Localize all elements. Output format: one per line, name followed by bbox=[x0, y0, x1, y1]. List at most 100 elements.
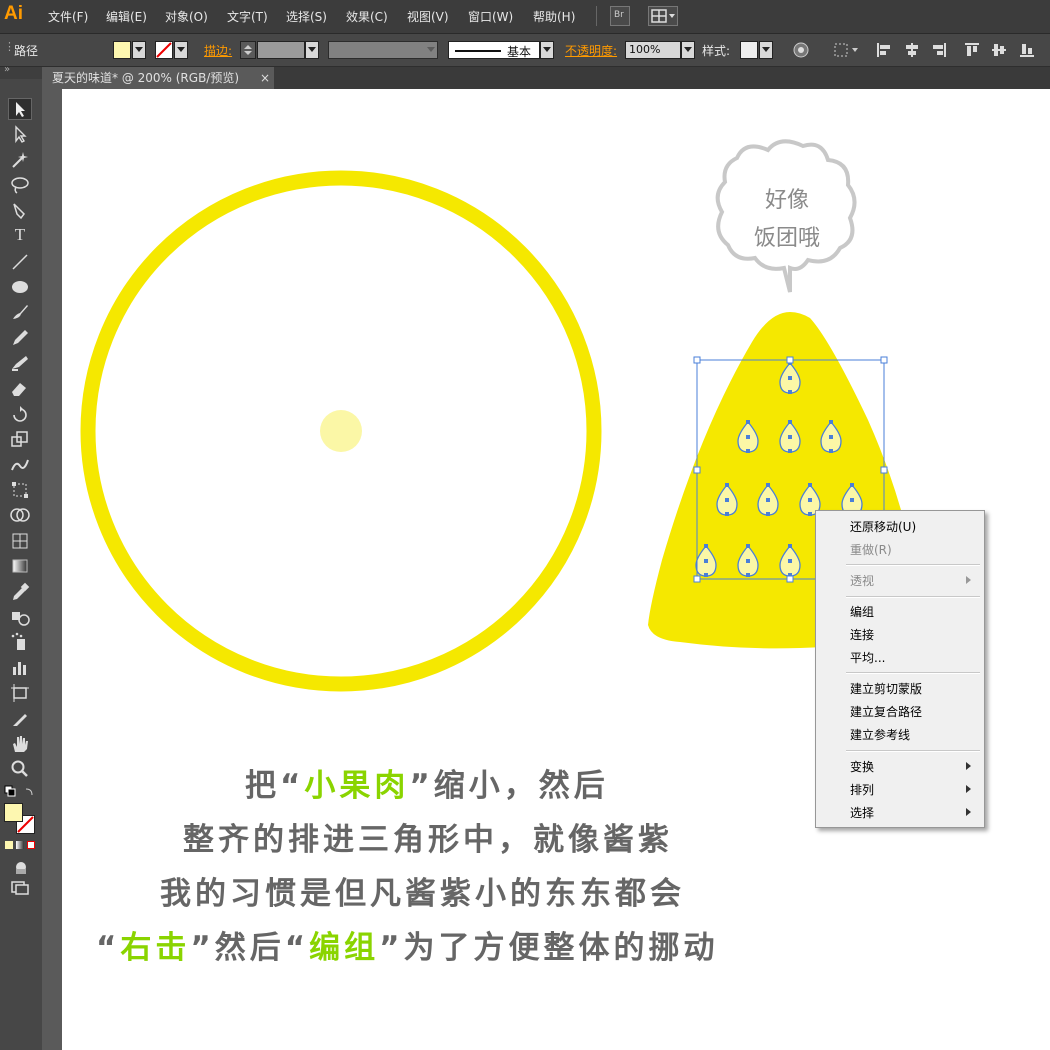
menu-item-average[interactable]: 平均... bbox=[850, 649, 885, 666]
eyedropper-tool[interactable] bbox=[8, 581, 32, 603]
tools-panel-header[interactable]: » bbox=[0, 64, 42, 79]
free-transform-tool[interactable] bbox=[8, 479, 32, 501]
caption-text: ”缩小，然后 bbox=[409, 768, 609, 804]
default-swap-colors-icon[interactable] bbox=[4, 785, 38, 801]
menu-item-perspective[interactable]: 透视 bbox=[850, 572, 874, 589]
pencil-tool[interactable] bbox=[8, 327, 32, 349]
brush-definition[interactable]: 基本 bbox=[448, 41, 540, 59]
stroke-weight-dropdown[interactable] bbox=[305, 41, 319, 59]
rotate-tool[interactable] bbox=[8, 403, 32, 425]
none-mode-icon[interactable] bbox=[27, 841, 35, 849]
align-left-icon[interactable] bbox=[875, 41, 893, 59]
opacity-input[interactable]: 100% bbox=[625, 41, 681, 59]
blend-tool[interactable] bbox=[8, 606, 32, 628]
menu-window[interactable]: 窗口(W) bbox=[468, 8, 513, 25]
color-mode-buttons[interactable] bbox=[5, 841, 37, 850]
menu-edit[interactable]: 编辑(E) bbox=[106, 8, 147, 25]
stroke-label[interactable]: 描边: bbox=[204, 42, 232, 59]
fill-color-box[interactable] bbox=[4, 803, 23, 822]
slice-tool[interactable] bbox=[8, 708, 32, 730]
menu-item-select[interactable]: 选择 bbox=[850, 804, 874, 821]
line-tool[interactable] bbox=[8, 251, 32, 273]
resize-handle[interactable] bbox=[693, 575, 701, 583]
thought-bubble[interactable] bbox=[715, 139, 857, 293]
opacity-label[interactable]: 不透明度: bbox=[565, 42, 617, 59]
menu-item-make-guides[interactable]: 建立参考线 bbox=[850, 726, 910, 743]
align-to-icon[interactable] bbox=[832, 41, 860, 59]
pen-tool[interactable] bbox=[8, 200, 32, 222]
eraser-tool[interactable] bbox=[8, 377, 32, 399]
stroke-dropdown[interactable] bbox=[174, 41, 188, 59]
paintbrush-tool[interactable] bbox=[8, 301, 32, 323]
menu-item-make-clipping-mask[interactable]: 建立剪切蒙版 bbox=[850, 680, 922, 697]
gradient-mode-icon[interactable] bbox=[16, 841, 24, 849]
menu-item-transform[interactable]: 变换 bbox=[850, 758, 874, 775]
stroke-swatch[interactable] bbox=[155, 41, 173, 59]
selection-icon bbox=[16, 102, 25, 117]
hand-tool[interactable] bbox=[8, 733, 32, 755]
type-tool[interactable]: T bbox=[8, 225, 32, 247]
resize-handle[interactable] bbox=[880, 356, 888, 364]
opacity-dropdown[interactable] bbox=[681, 41, 695, 59]
scale-tool[interactable] bbox=[8, 428, 32, 450]
resize-handle[interactable] bbox=[786, 575, 794, 583]
resize-handle[interactable] bbox=[693, 466, 701, 474]
column-graph-tool[interactable] bbox=[8, 657, 32, 679]
fill-swatch[interactable] bbox=[113, 41, 131, 59]
menu-type[interactable]: 文字(T) bbox=[227, 8, 268, 25]
control-bar: ⋮ 路径 描边: 基本 不透明度: 100% 样式: bbox=[0, 34, 1050, 67]
gradient-tool[interactable] bbox=[8, 555, 32, 577]
blob-brush-tool[interactable] bbox=[8, 352, 32, 374]
close-icon[interactable]: × bbox=[260, 67, 270, 89]
zoom-tool[interactable] bbox=[8, 758, 32, 780]
align-right-icon[interactable] bbox=[930, 41, 948, 59]
bridge-button[interactable]: Br bbox=[610, 6, 630, 26]
resize-handle[interactable] bbox=[880, 466, 888, 474]
brush-dropdown[interactable] bbox=[540, 41, 554, 59]
seed-circle[interactable] bbox=[320, 410, 362, 452]
variable-width-profile[interactable] bbox=[328, 41, 438, 59]
align-center-icon[interactable] bbox=[903, 41, 921, 59]
fill-dropdown[interactable] bbox=[132, 41, 146, 59]
screen-mode-icon[interactable] bbox=[10, 880, 30, 896]
menu-object[interactable]: 对象(O) bbox=[165, 8, 208, 25]
caption-highlight: 小果肉 bbox=[304, 768, 410, 804]
stroke-weight-input[interactable] bbox=[257, 41, 305, 59]
menu-item-redo[interactable]: 重做(R) bbox=[850, 541, 892, 558]
recolor-artwork-icon[interactable] bbox=[792, 41, 810, 59]
menu-effect[interactable]: 效果(C) bbox=[346, 8, 388, 25]
menu-item-join[interactable]: 连接 bbox=[850, 626, 874, 643]
resize-handle[interactable] bbox=[693, 356, 701, 364]
graphic-style-dropdown[interactable] bbox=[759, 41, 773, 59]
menu-item-group[interactable]: 编组 bbox=[850, 603, 874, 620]
selection-tool[interactable] bbox=[8, 98, 32, 120]
menu-select[interactable]: 选择(S) bbox=[286, 8, 327, 25]
align-top-icon[interactable] bbox=[963, 41, 981, 59]
artboard-tool[interactable] bbox=[8, 682, 32, 704]
menu-help[interactable]: 帮助(H) bbox=[533, 8, 575, 25]
menu-item-undo-move[interactable]: 还原移动(U) bbox=[850, 518, 916, 535]
caption-line-4: “右击”然后“编组”为了方便整体的挪动 bbox=[96, 922, 719, 967]
menu-file[interactable]: 文件(F) bbox=[48, 8, 88, 25]
workspace-switcher-button[interactable] bbox=[648, 6, 678, 26]
lasso-tool[interactable] bbox=[8, 174, 32, 196]
menu-item-arrange[interactable]: 排列 bbox=[850, 781, 874, 798]
mesh-tool[interactable] bbox=[8, 530, 32, 552]
ellipse-tool[interactable] bbox=[8, 276, 32, 298]
color-mode-icon[interactable] bbox=[5, 841, 13, 849]
direct-selection-tool[interactable] bbox=[8, 124, 32, 146]
menu-item-make-compound-path[interactable]: 建立复合路径 bbox=[850, 703, 922, 720]
document-tab[interactable]: 夏天的味道* @ 200% (RGB/预览) × bbox=[42, 67, 274, 89]
shape-builder-tool[interactable] bbox=[8, 504, 32, 526]
caption-text: “ bbox=[96, 930, 121, 966]
menu-view[interactable]: 视图(V) bbox=[407, 8, 449, 25]
warp-tool[interactable] bbox=[8, 454, 32, 476]
stroke-weight-stepper[interactable] bbox=[240, 41, 256, 59]
graphic-style-swatch[interactable] bbox=[740, 41, 758, 59]
align-bottom-icon[interactable] bbox=[1018, 41, 1036, 59]
magic-wand-tool[interactable] bbox=[8, 149, 32, 171]
draw-mode-icon[interactable] bbox=[12, 859, 30, 875]
symbol-sprayer-tool[interactable] bbox=[8, 631, 32, 653]
resize-handle[interactable] bbox=[786, 356, 794, 364]
align-middle-icon[interactable] bbox=[990, 41, 1008, 59]
